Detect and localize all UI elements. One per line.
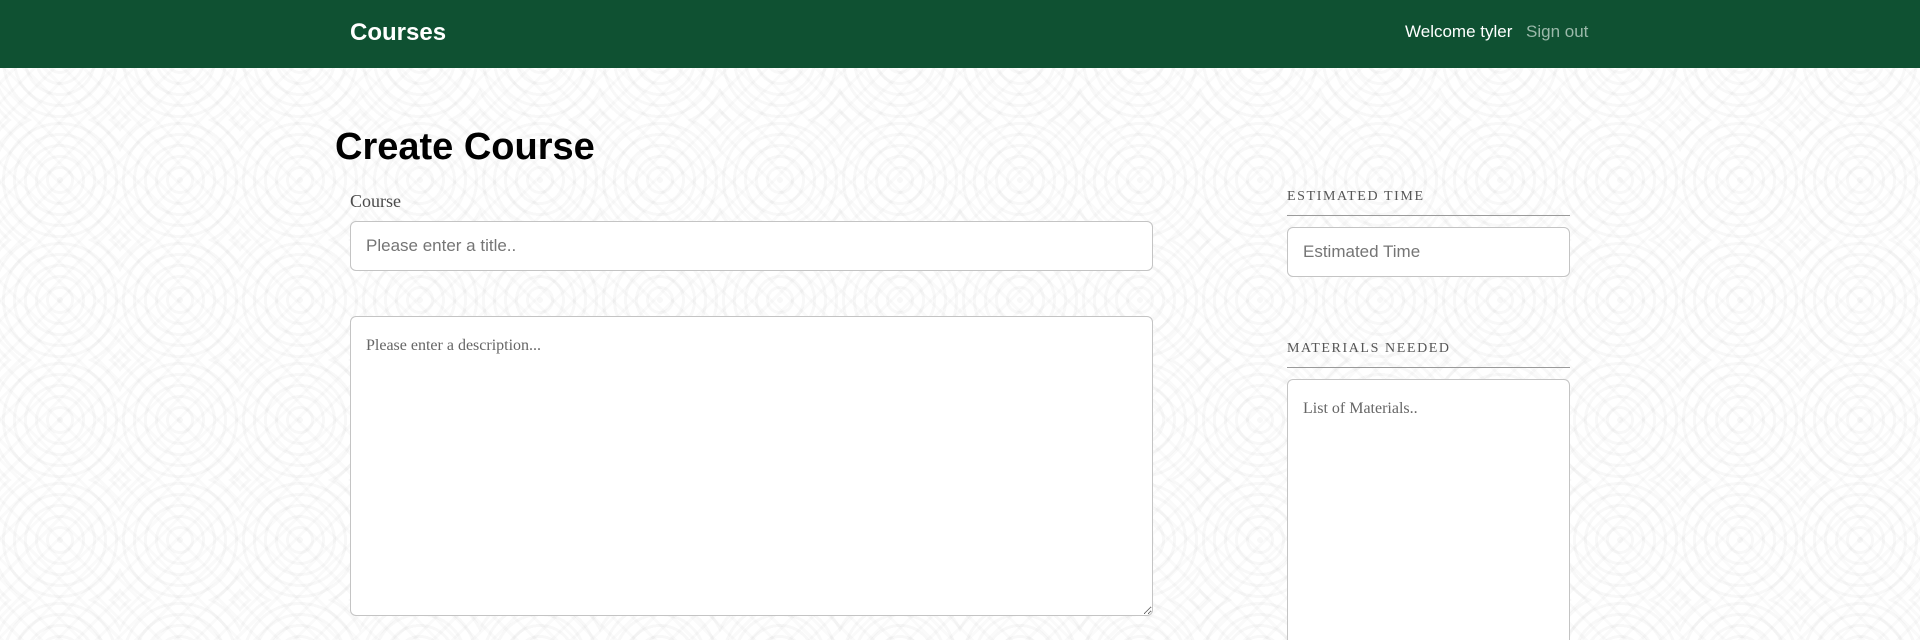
welcome-user-text: Welcome tyler xyxy=(1405,22,1513,41)
course-description-textarea[interactable] xyxy=(350,316,1153,616)
estimated-time-heading: ESTIMATED TIME xyxy=(1287,188,1570,216)
page-title: Create Course xyxy=(335,126,595,168)
materials-needed-heading: MATERIALS NEEDED xyxy=(1287,340,1570,368)
sign-out-link[interactable]: Sign out xyxy=(1526,21,1588,43)
top-nav-bar: Courses Welcome tyler Sign out xyxy=(0,0,1920,68)
estimated-time-input[interactable] xyxy=(1287,227,1570,277)
course-title-label: Course xyxy=(350,191,401,211)
course-title-input[interactable] xyxy=(350,221,1153,271)
materials-needed-textarea[interactable] xyxy=(1287,379,1570,640)
site-brand[interactable]: Courses xyxy=(350,19,446,47)
